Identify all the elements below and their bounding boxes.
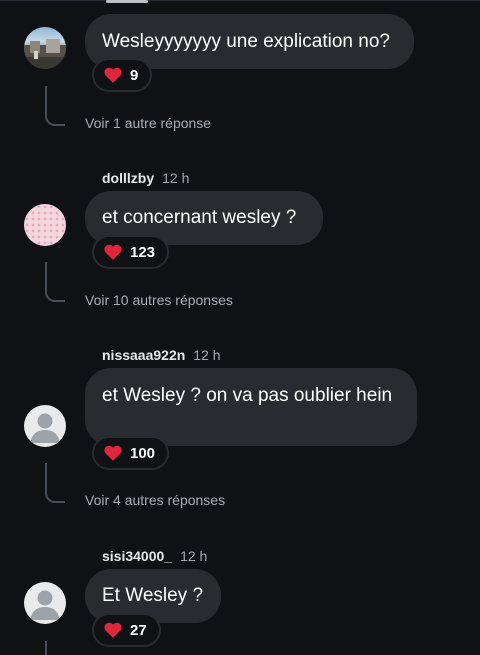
like-button[interactable]: 9	[92, 58, 153, 92]
user-avatar[interactable]	[24, 582, 66, 624]
heart-icon	[104, 244, 122, 260]
user-silhouette-icon	[30, 413, 60, 443]
like-count: 100	[130, 444, 156, 462]
user-avatar[interactable]	[24, 405, 66, 447]
top-divider	[0, 0, 480, 1]
like-count: 27	[130, 621, 147, 639]
heart-icon	[104, 445, 122, 461]
heart-icon	[104, 622, 122, 638]
user-avatar[interactable]	[24, 204, 66, 246]
timestamp: 12 h	[193, 347, 221, 363]
comment-text: et concernant wesley ?	[102, 207, 297, 228]
like-button[interactable]: 27	[92, 613, 161, 647]
timestamp: 12 h	[162, 170, 190, 186]
comment-text: Wesleyyyyyyy une explication no?	[102, 31, 390, 52]
username[interactable]: dolllzby	[102, 170, 154, 186]
username[interactable]: nissaaa922n	[102, 347, 185, 363]
view-replies-link[interactable]: Voir 1 autre réponse	[85, 114, 211, 132]
like-count: 123	[130, 243, 156, 261]
like-count: 9	[130, 66, 139, 84]
like-button[interactable]: 100	[92, 436, 170, 470]
comment-header: dolllzby 12 h	[102, 169, 189, 187]
view-replies-link[interactable]: Voir 10 autres réponses	[85, 291, 233, 309]
comment-text: et Wesley ? on va pas oublier hein	[102, 385, 393, 406]
username[interactable]: sisi34000_	[102, 548, 172, 564]
clipped-username	[100, 0, 160, 6]
timestamp: 12 h	[180, 548, 208, 564]
user-avatar[interactable]	[24, 27, 66, 69]
thread-line	[45, 262, 65, 302]
user-silhouette-icon	[30, 590, 60, 620]
heart-icon	[104, 67, 122, 83]
like-button[interactable]: 123	[92, 235, 170, 269]
comment-header: sisi34000_ 12 h	[102, 547, 207, 565]
thread-line	[45, 463, 65, 503]
view-replies-link[interactable]: Voir 4 autres réponses	[85, 491, 225, 509]
comment-header: nissaaa922n 12 h	[102, 346, 221, 364]
thread-line	[45, 641, 47, 655]
comment-text: Et Wesley ?	[102, 585, 204, 606]
thread-line	[45, 86, 65, 126]
comment-bubble[interactable]: et Wesley ? on va pas oublier hein	[85, 368, 417, 446]
